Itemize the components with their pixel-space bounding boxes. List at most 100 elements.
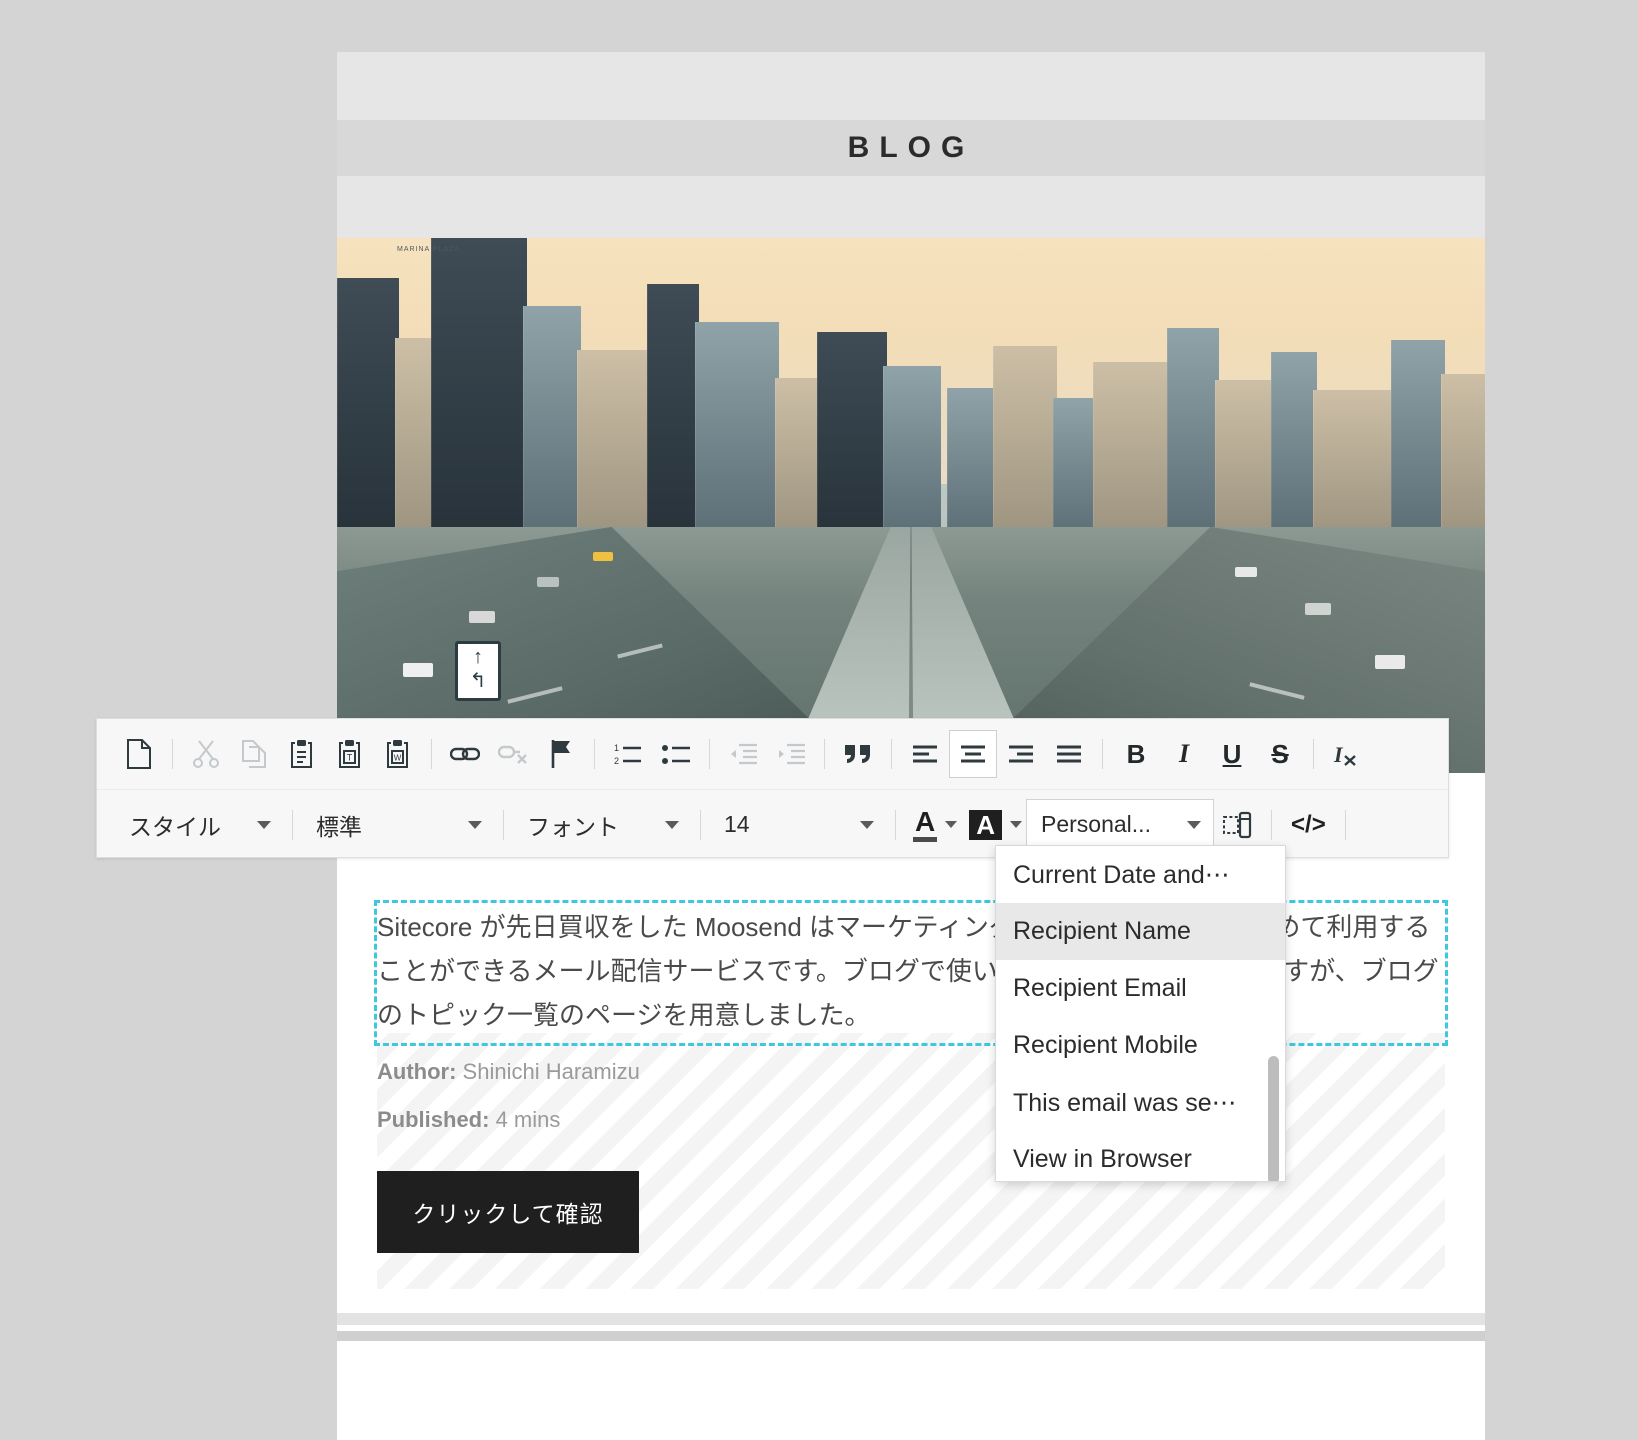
font-dropdown-value: フォント (527, 813, 619, 840)
font-dropdown[interactable]: フォント (513, 802, 691, 848)
building (647, 283, 699, 538)
svg-text:2: 2 (614, 756, 619, 766)
menu-scrollbar-thumb[interactable] (1268, 1056, 1279, 1181)
car (1375, 655, 1405, 669)
author-value: Shinichi Haramizu (462, 1059, 640, 1084)
unlink-icon[interactable] (489, 730, 537, 778)
chevron-down-icon (468, 820, 482, 829)
bold-icon[interactable]: B (1112, 730, 1160, 778)
menu-item-recipient-email[interactable]: Recipient Email (996, 960, 1285, 1017)
numbered-list-icon[interactable]: 12 (604, 730, 652, 778)
building (695, 321, 779, 538)
toolbar-divider (709, 739, 710, 769)
new-page-icon[interactable] (115, 730, 163, 778)
author-label: Author: (377, 1059, 457, 1084)
menu-item-current-date[interactable]: Current Date and⋯ (996, 846, 1285, 903)
chevron-down-icon (257, 820, 271, 829)
format-dropdown-value: 標準 (316, 813, 362, 840)
building (431, 238, 527, 538)
decrease-indent-icon[interactable] (719, 730, 767, 778)
car (1235, 567, 1257, 577)
svg-text:T: T (347, 753, 353, 763)
preheader-strip (337, 52, 1485, 120)
cut-icon[interactable] (182, 730, 230, 778)
align-right-icon[interactable] (997, 730, 1045, 778)
font-size-value: 14 (724, 811, 750, 837)
style-dropdown-value: スタイル (129, 813, 221, 840)
published-line: Published: 4 mins (377, 1107, 560, 1133)
background-color-label: A (969, 809, 1003, 840)
align-center-icon[interactable] (949, 730, 997, 778)
chevron-down-icon (1010, 821, 1023, 828)
format-dropdown[interactable]: 標準 (302, 802, 494, 848)
justify-icon[interactable] (1045, 730, 1093, 778)
menu-item-view-in-browser[interactable]: View in Browser (996, 1131, 1285, 1181)
menu-item-recipient-mobile[interactable]: Recipient Mobile (996, 1017, 1285, 1074)
toolbar-divider (1313, 739, 1314, 769)
email-preview-canvas: BLOG ↑ ↰ MARINA PLAZA Sitecore が先日買収をした … (337, 52, 1485, 1382)
strikethrough-icon[interactable]: S (1256, 730, 1304, 778)
toolbar-divider (700, 809, 701, 840)
copy-icon[interactable] (230, 730, 278, 778)
toolbar-divider (503, 809, 504, 840)
remove-format-icon[interactable]: I (1323, 730, 1371, 778)
strikethrough-label: S (1271, 738, 1289, 769)
link-icon[interactable] (441, 730, 489, 778)
bold-label: B (1126, 738, 1146, 769)
align-left-icon[interactable] (901, 730, 949, 778)
toolbar-divider (1102, 739, 1103, 769)
paste-icon[interactable] (278, 730, 326, 778)
chevron-down-icon (860, 820, 874, 829)
anchor-flag-icon[interactable] (537, 730, 585, 778)
published-value: 4 mins (495, 1107, 561, 1132)
building (1053, 397, 1097, 538)
cta-button[interactable]: クリックして確認 (377, 1171, 639, 1253)
bulleted-list-icon[interactable] (652, 730, 700, 778)
personalization-dropdown[interactable]: Personal... (1026, 798, 1215, 851)
chevron-down-icon (665, 820, 679, 829)
background-color-button[interactable]: A (961, 802, 1026, 848)
car (469, 611, 495, 623)
toolbar-divider (431, 739, 432, 769)
italic-label: I (1178, 739, 1190, 768)
building (775, 377, 821, 538)
blockquote-icon[interactable] (834, 730, 882, 778)
personalization-menu: Current Date and⋯ Recipient Name Recipie… (995, 845, 1286, 1182)
toolbar-divider (1271, 809, 1273, 840)
font-size-dropdown[interactable]: 14 (710, 802, 886, 848)
building (577, 349, 651, 538)
underline-label: U (1222, 738, 1242, 769)
increase-indent-icon[interactable] (767, 730, 815, 778)
underline-icon[interactable]: U (1208, 730, 1256, 778)
chevron-down-icon (945, 821, 958, 828)
insert-image-icon[interactable] (1214, 801, 1262, 849)
footer-band-lower (337, 1331, 1485, 1341)
paste-from-word-icon[interactable]: W (374, 730, 422, 778)
screen-root: BLOG ↑ ↰ MARINA PLAZA Sitecore が先日買収をした … (0, 0, 1638, 1440)
building (1215, 379, 1275, 538)
road-sign-icon (455, 641, 501, 701)
personalization-dropdown-value: Personal... (1041, 811, 1151, 837)
toolbar-divider (172, 739, 173, 769)
source-code-icon[interactable]: </> (1281, 811, 1336, 839)
italic-icon[interactable]: I (1160, 730, 1208, 778)
toolbar-divider (1344, 809, 1346, 840)
building (947, 387, 997, 538)
style-dropdown[interactable]: スタイル (115, 802, 283, 848)
toolbar-divider (292, 809, 293, 840)
menu-item-this-email-was-sent[interactable]: This email was se⋯ (996, 1074, 1285, 1131)
paste-as-text-icon[interactable]: T (326, 730, 374, 778)
hero-image[interactable]: MARINA PLAZA (337, 238, 1485, 773)
building-sign-label: MARINA PLAZA (397, 246, 460, 253)
building (1313, 389, 1395, 538)
svg-text:I: I (1333, 742, 1344, 767)
svg-text:W: W (394, 754, 402, 763)
text-color-button[interactable]: A (905, 802, 961, 848)
building (395, 337, 435, 538)
menu-item-recipient-name[interactable]: Recipient Name (996, 903, 1285, 960)
building (883, 365, 941, 538)
email-header-block[interactable]: BLOG (337, 120, 1485, 176)
toolbar-row-1: T W 12 B I U S I (97, 719, 1448, 789)
car (537, 577, 559, 587)
building (1167, 327, 1219, 538)
